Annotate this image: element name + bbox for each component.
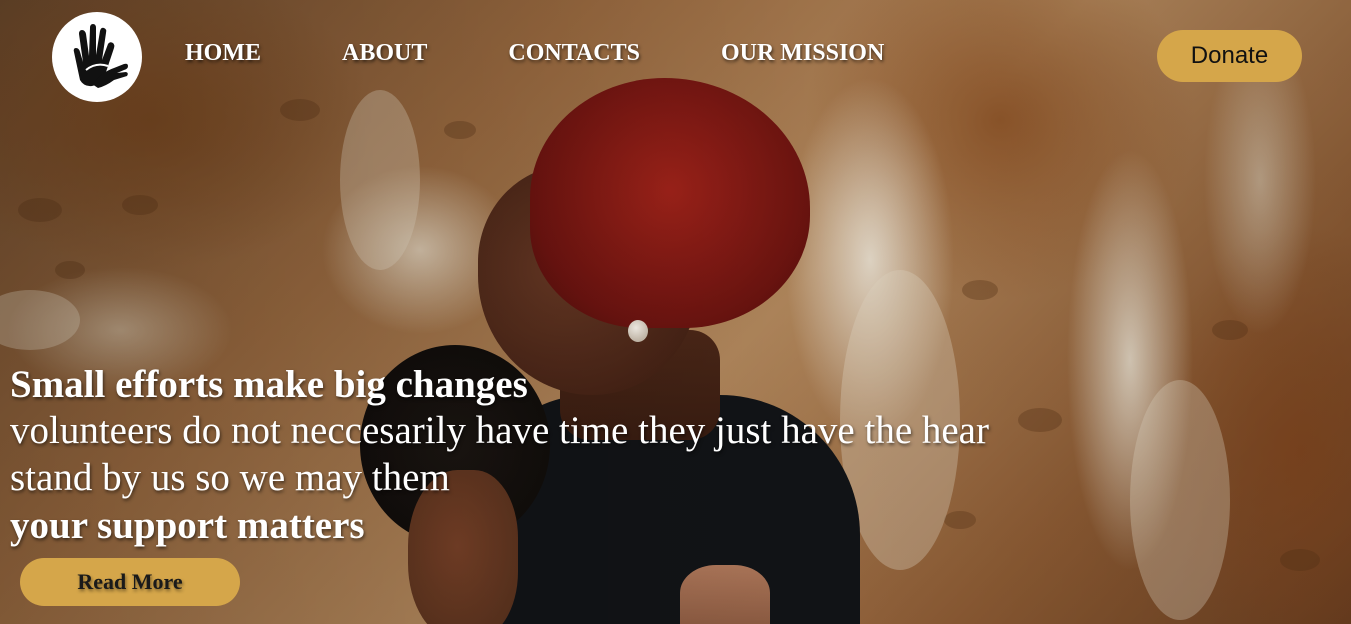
hero-section: HOME ABOUT CONTACTS OUR MISSION Donate S… xyxy=(0,0,1351,624)
nav-about[interactable]: ABOUT xyxy=(342,40,427,67)
nav-contacts[interactable]: CONTACTS xyxy=(508,40,640,67)
hands-logo-icon xyxy=(73,24,128,88)
nav-home[interactable]: HOME xyxy=(185,40,261,67)
hero-tagline: your support matters xyxy=(10,504,365,547)
logo[interactable] xyxy=(52,12,142,102)
read-more-button[interactable]: Read More xyxy=(20,558,240,606)
main-nav: HOME ABOUT CONTACTS OUR MISSION xyxy=(185,40,965,67)
nav-our-mission[interactable]: OUR MISSION xyxy=(721,40,884,67)
hero-text: Small efforts make big changes volunteer… xyxy=(10,363,989,551)
hero-line-1: volunteers do not neccesarily have time … xyxy=(10,409,989,452)
donate-button[interactable]: Donate xyxy=(1157,30,1302,82)
hero-line-2: stand by us so we may them xyxy=(10,456,450,499)
hero-title: Small efforts make big changes xyxy=(10,363,528,406)
